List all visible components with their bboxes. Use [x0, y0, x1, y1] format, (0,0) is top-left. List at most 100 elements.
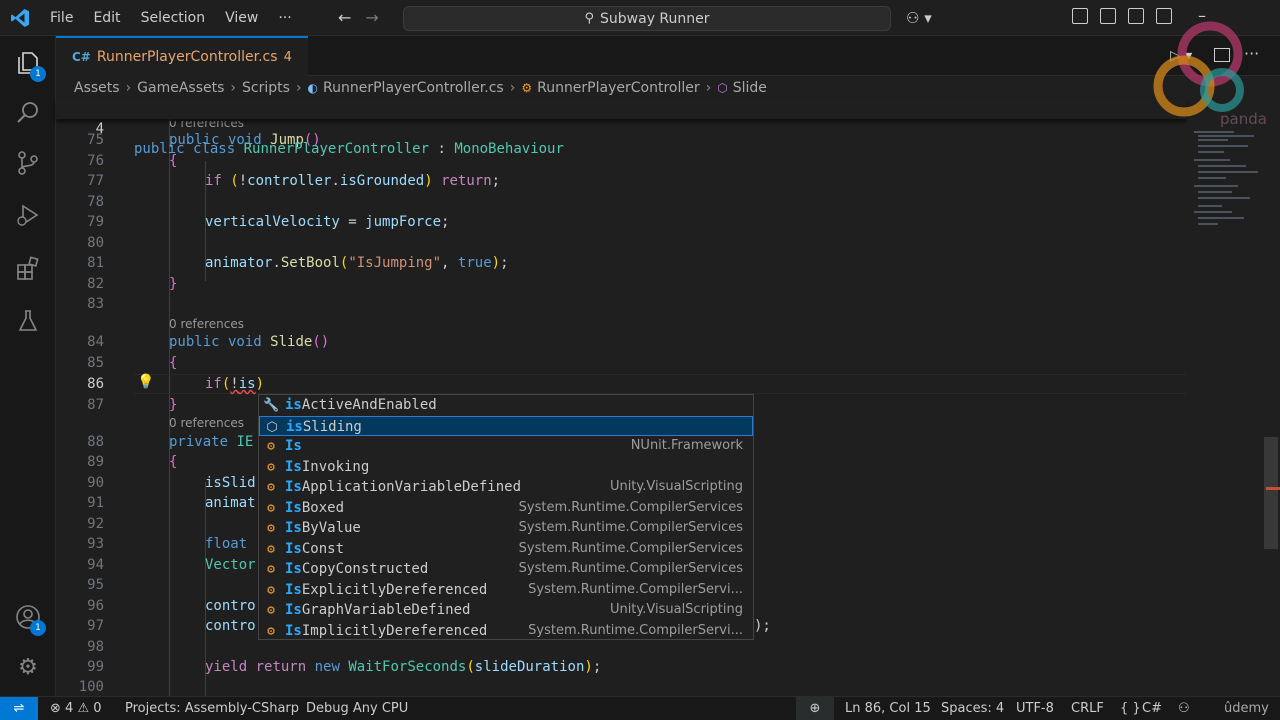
forward-arrow-icon[interactable]: → [365, 8, 378, 27]
line-number: 94 [87, 557, 104, 573]
suggestion-item[interactable]: ⬡ isSliding [259, 415, 753, 436]
class-name: RunnerPlayerController [243, 141, 430, 157]
menu-edit[interactable]: Edit [83, 10, 130, 26]
class-icon: ⚙ [267, 521, 275, 536]
type-name: IE [236, 434, 254, 450]
menu-file[interactable]: File [40, 10, 83, 26]
zoom-icon[interactable]: ⊕ [796, 697, 834, 720]
scrollbar-error-marker [1266, 487, 1280, 490]
back-arrow-icon[interactable]: ← [338, 8, 351, 27]
search-icon: ⚲ [584, 11, 595, 26]
method-name: SetBool [280, 255, 340, 271]
suggestion-item[interactable]: ⚙ IsExplicitlyDereferenced System.Runtime.… [259, 580, 753, 601]
breadcrumb-class[interactable]: RunnerPlayerController [537, 80, 700, 96]
projects-status[interactable]: Projects: Assembly-CSharp [125, 697, 299, 720]
suggestion-item[interactable]: ⚙ Is NUnit.Framework [259, 436, 753, 457]
suggestion-item[interactable]: ⚙ IsConst System.Runtime.CompilerServices [259, 539, 753, 560]
tab-runnerplayercontroller[interactable]: C# RunnerPlayerController.cs 4 [56, 36, 308, 76]
minimap-line [1198, 165, 1246, 167]
title-bar: File Edit Selection View ··· ← → ⚲ Subwa… [0, 0, 1280, 36]
class-icon: ⚙ [267, 500, 275, 516]
code-line: { [169, 355, 178, 371]
identifier: animator [205, 255, 273, 271]
minimap[interactable] [1186, 99, 1264, 696]
menu-view[interactable]: View [215, 10, 268, 26]
identifier: verticalVelocity [205, 214, 340, 230]
suggestion-detail: System.Runtime.CompilerServices [518, 520, 743, 535]
suggestion-item[interactable]: ⚙ IsBoxed System.Runtime.CompilerServices [259, 498, 753, 519]
suggestion-item[interactable]: ⚙ IsApplicationVariableDefined Unity.Visua… [259, 477, 753, 498]
search-view-icon[interactable] [14, 100, 42, 128]
breadcrumb-method[interactable]: Slide [733, 80, 767, 96]
keyword: return [255, 659, 307, 675]
breadcrumb-assets[interactable]: Assets [74, 80, 120, 96]
toggle-sidebar-icon[interactable] [1100, 8, 1116, 24]
cube-icon: ⬡ [266, 419, 278, 435]
suggestion-label: IsByValue [285, 518, 361, 538]
code-line: contro [205, 616, 256, 636]
codelens-references[interactable]: 0 references [169, 415, 244, 431]
line-ending-status[interactable]: CRLF [1071, 697, 1104, 720]
chevron-right-icon: › [125, 80, 132, 96]
accounts-icon[interactable]: 1 [14, 604, 46, 636]
run-debug-icon[interactable] [14, 202, 42, 230]
suggestion-rest: Sliding [302, 418, 362, 435]
suggestion-rest: ImplicitlyDereferenced [301, 622, 488, 639]
breadcrumb-scripts[interactable]: Scripts [242, 80, 290, 96]
play-bug-icon [17, 204, 39, 226]
breadcrumb-file[interactable]: RunnerPlayerController.cs [323, 80, 504, 96]
autocomplete-suggestions[interactable]: 🔧 isActiveAndEnabled ⬡ isSliding ⚙ Is NUnit.Fr… [258, 394, 754, 640]
vscode-logo-icon [11, 9, 29, 27]
colon: : [429, 141, 455, 157]
sticky-scroll-header[interactable]: 4 public class RunnerPlayerController : … [56, 99, 1186, 157]
indentation-status[interactable]: Spaces: 4 [941, 697, 1004, 720]
settings-gear-icon[interactable]: ⚙ [14, 654, 42, 682]
suggestion-item[interactable]: ⚙ IsImplicitlyDereferenced System.Runtime.… [259, 621, 753, 642]
command-center-search[interactable]: ⚲ Subway Runner [403, 6, 891, 31]
toggle-panel-icon[interactable] [1128, 8, 1144, 24]
copilot-status-icon[interactable]: ⚇ [1178, 697, 1190, 720]
minimap-line [1198, 145, 1248, 147]
identifier: is [238, 376, 256, 392]
line-number: 85 [87, 355, 104, 371]
encoding-status[interactable]: UTF-8 [1016, 697, 1054, 720]
keyword: public void [169, 334, 262, 350]
code-line: isSlid [205, 473, 256, 493]
customize-layout-icon[interactable] [1072, 8, 1088, 24]
source-control-icon[interactable] [14, 150, 42, 178]
explorer-icon[interactable]: 1 [14, 50, 46, 82]
breadcrumb-gameassets[interactable]: GameAssets [137, 80, 224, 96]
suggestion-rest: GraphVariableDefined [301, 602, 471, 618]
suggestion-label: IsExplicitlyDereferenced [285, 580, 487, 600]
cursor-position[interactable]: Ln 86, Col 15 [845, 697, 931, 720]
line-number: 78 [87, 194, 104, 210]
remote-indicator-icon[interactable]: ⇌ [0, 697, 38, 720]
suggestion-item[interactable]: 🔧 isActiveAndEnabled [259, 395, 753, 416]
suggestion-detail: System.Runtime.CompilerServices [518, 540, 743, 556]
extensions-icon[interactable] [14, 256, 42, 284]
suggestion-label: Is [285, 436, 302, 456]
suggestion-item[interactable]: ⚙ IsInvoking [259, 457, 753, 478]
minimap-line [1198, 217, 1244, 219]
debug-config-status[interactable]: Debug Any CPU [306, 697, 408, 720]
suggestion-item[interactable]: ⚙ IsGraphVariableDefined Unity.VisualScrip… [259, 600, 753, 621]
class-icon: ⚙ [267, 582, 275, 598]
menu-more[interactable]: ··· [268, 10, 301, 26]
method-symbol-icon: ⬡ [717, 81, 728, 95]
language-braces-icon[interactable]: { } [1120, 697, 1141, 720]
testing-icon[interactable] [14, 308, 42, 336]
suggestion-item[interactable]: ⚙ IsByValue System.Runtime.CompilerService… [259, 518, 753, 539]
vertical-scrollbar-thumb[interactable] [1264, 437, 1278, 549]
language-mode[interactable]: C# [1142, 697, 1162, 720]
suggestion-label: IsApplicationVariableDefined [285, 477, 521, 497]
suggestion-match: Is [285, 561, 302, 577]
suggestion-rest: Const [301, 540, 345, 557]
problems-indicator[interactable]: ⊗ 4 ⚠ 0 [50, 697, 102, 720]
keyword: true [457, 255, 492, 271]
explorer-badge: 1 [30, 66, 46, 82]
menu-selection[interactable]: Selection [131, 10, 216, 26]
codelens-references[interactable]: 0 references [169, 316, 244, 332]
wrench-icon: 🔧 [263, 398, 280, 413]
suggestion-item[interactable]: ⚙ IsCopyConstructed System.Runtime.Compile… [259, 559, 753, 580]
copilot-icon[interactable]: ⚇ ▾ [906, 9, 932, 27]
